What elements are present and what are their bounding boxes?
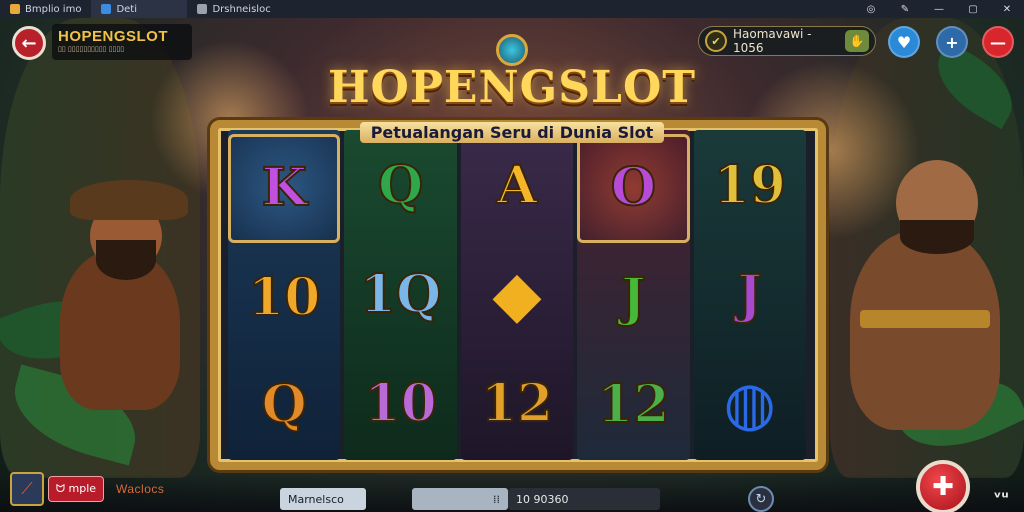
pen-icon[interactable]: ✎ <box>888 0 922 18</box>
reel-2: Q 1Q 10 <box>344 130 457 460</box>
autoplay-button[interactable]: ↻ <box>748 486 774 512</box>
symbol-j: J <box>737 264 764 325</box>
spin-button[interactable]: ✚ <box>916 460 970 512</box>
name-field[interactable]: Marnelsco <box>280 488 366 510</box>
reel-cell[interactable]: Q <box>228 353 340 456</box>
warrior-character <box>830 150 1010 440</box>
reel-cell[interactable]: ◍ <box>694 351 806 456</box>
warrior-armband <box>860 310 990 328</box>
symbol-q: Q <box>261 373 308 435</box>
explorer-character <box>40 170 210 430</box>
brand-title: HOPENGSLOT <box>58 28 169 45</box>
tab-3-label: Drshneisloc <box>212 3 271 15</box>
reel-cell[interactable]: ◆ <box>461 243 573 348</box>
symbol-12: 12 <box>596 373 670 435</box>
close-button[interactable]: ✕ <box>990 0 1024 18</box>
coin-icon: ✔ <box>705 30 727 52</box>
slash-icon: ⟋ <box>21 479 33 498</box>
win-field: 10 90360 <box>508 488 660 510</box>
symbol-j: J <box>620 267 647 328</box>
menu-button[interactable]: ᵛᵘ <box>990 486 1012 508</box>
reel-cell[interactable]: J <box>577 247 689 350</box>
maximize-button[interactable]: ▢ <box>956 0 990 18</box>
tab-2-label: Deti <box>116 3 138 15</box>
minimize-button[interactable]: — <box>922 0 956 18</box>
balance-text: Haomavawi - 1056 <box>733 27 812 55</box>
menu-icon: ᵛᵘ <box>993 487 1009 507</box>
sample-button-label: ᗢ mple <box>55 482 97 495</box>
refresh-icon: ↻ <box>755 491 767 507</box>
reel-cell[interactable]: 12 <box>577 353 689 456</box>
reel-cell[interactable]: A <box>461 134 573 239</box>
warrior-beard <box>900 220 974 254</box>
tab-3[interactable]: Drshneisloc <box>187 0 327 18</box>
reel-1: K 10 Q <box>228 130 341 460</box>
reel-5: 19 J ◍ <box>693 130 807 460</box>
chat-icon <box>101 4 112 14</box>
game-subtitle: Petualangan Seru di Dunia Slot <box>360 122 664 143</box>
symbol-12: 12 <box>480 372 554 434</box>
reel-cell[interactable]: 12 <box>461 351 573 456</box>
reel-3: A ◆ 12 <box>460 130 574 460</box>
hand-icon[interactable]: ✋ <box>845 30 869 52</box>
gold-gem-icon: ◆ <box>492 257 542 332</box>
warrior-body <box>850 230 1000 430</box>
grip-icon: ⁞⁞ <box>493 492 500 506</box>
reel-cell[interactable]: 10 <box>228 247 340 350</box>
back-button[interactable]: ← <box>12 26 46 60</box>
spin-cross-icon: ✚ <box>932 472 954 502</box>
explorer-beard <box>96 240 156 280</box>
reel-cell[interactable]: 19 <box>694 134 806 239</box>
game-title: HOPENGSLOT <box>327 62 697 113</box>
game-icon <box>197 4 208 14</box>
remove-button[interactable]: — <box>982 26 1014 58</box>
reel-cell[interactable]: 1Q <box>344 243 456 348</box>
symbol-10: 10 <box>247 267 321 328</box>
window-titlebar: Bmplio imo Deti Drshneisloc ◎ ✎ — ▢ ✕ <box>0 0 1024 18</box>
plus-icon: + <box>945 32 959 52</box>
reel-cell[interactable]: J <box>694 243 806 348</box>
brand-logo: HOPENGSLOT ▯▯ ▯▯▯▯▯▯▯▯▯▯ ▯▯▯▯ <box>52 24 192 60</box>
app-icon <box>10 4 20 14</box>
side-label: Waclocs <box>116 482 165 496</box>
bet-settings-button[interactable]: ⟋ <box>10 472 44 506</box>
tab-2[interactable]: Deti <box>91 0 188 18</box>
win-field-value: 10 90360 <box>516 492 569 506</box>
name-field-value: Marnelsco <box>288 492 344 506</box>
symbol-1q: 1Q <box>359 264 442 325</box>
explorer-hat <box>70 180 188 220</box>
symbol-k: K <box>261 157 308 219</box>
tab-1-label: Bmplio imo <box>25 3 82 15</box>
record-icon[interactable]: ◎ <box>854 0 888 18</box>
balance-display: ✔ Haomavawi - 1056 ✋ <box>698 26 876 56</box>
reel-cell[interactable]: O <box>577 134 690 243</box>
reel-cell[interactable]: K <box>228 134 341 243</box>
symbol-o: O <box>610 157 657 219</box>
favorite-button[interactable]: ♥ <box>888 26 920 58</box>
reel-cell[interactable]: Q <box>344 134 456 239</box>
reels-grid: K 10 Q Q 1Q 10 A ◆ 12 O J 12 19 J ◍ <box>228 130 807 460</box>
minus-icon: — <box>990 32 1006 52</box>
symbol-19: 19 <box>713 155 787 217</box>
symbol-q: Q <box>377 155 424 217</box>
heart-icon: ♥ <box>896 32 912 52</box>
bet-field[interactable]: ⁞⁞ <box>412 488 508 510</box>
symbol-a: A <box>496 155 538 217</box>
treasure-orb-icon: ◍ <box>723 368 776 439</box>
symbol-10: 10 <box>363 372 437 434</box>
reel-cell[interactable]: 10 <box>344 351 456 456</box>
arrow-left-icon: ← <box>21 32 37 54</box>
add-button[interactable]: + <box>936 26 968 58</box>
tab-1[interactable]: Bmplio imo <box>0 0 91 18</box>
sample-button[interactable]: ᗢ mple <box>48 476 104 502</box>
brand-subtitle: ▯▯ ▯▯▯▯▯▯▯▯▯▯ ▯▯▯▯ <box>58 45 125 53</box>
reel-4: O J 12 <box>577 130 690 460</box>
